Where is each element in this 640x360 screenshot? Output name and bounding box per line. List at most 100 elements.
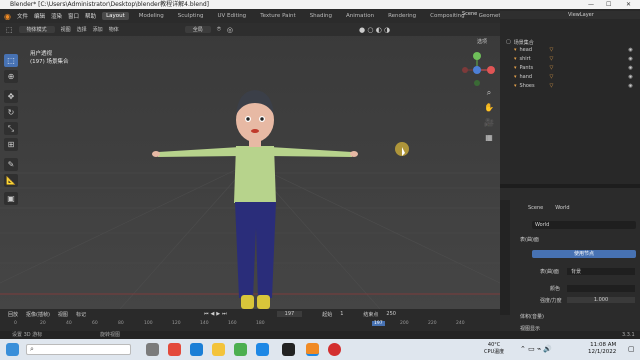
visibility-icon[interactable]: ◉ [628, 83, 632, 89]
menu-object[interactable]: 物体 [109, 26, 119, 33]
playback-menu[interactable]: 回放 [8, 311, 18, 318]
playhead[interactable]: 197 [372, 321, 385, 326]
workspace-tab-sculpting[interactable]: Sculpting [174, 12, 208, 20]
editor-type-icon[interactable]: ⬚ [6, 26, 13, 34]
outliner-root[interactable]: ▢ 场景集合 [500, 38, 640, 46]
world-name-field[interactable]: World [532, 221, 636, 229]
color-swatch[interactable] [567, 284, 635, 292]
scene-breadcrumb: Scene [528, 205, 544, 211]
menu-view[interactable]: 视图 [61, 26, 71, 33]
workspace-tab-layout[interactable]: Layout [102, 12, 129, 20]
blender-taskbar-icon[interactable] [306, 343, 319, 356]
menu-select[interactable]: 选择 [77, 26, 87, 33]
add-cube-icon[interactable]: ▣ [4, 192, 18, 205]
menu-file[interactable]: 文件 [17, 12, 28, 20]
use-nodes-button[interactable]: 使用节点 [532, 250, 636, 258]
clock-date: 12/1/2022 [588, 349, 617, 355]
scene-selector[interactable]: Scene [462, 11, 477, 17]
close-button[interactable]: ✕ [626, 0, 631, 9]
windows-start-icon[interactable] [6, 343, 19, 356]
camera-view-icon[interactable]: 🎥 [482, 115, 496, 130]
minimize-button[interactable]: — [588, 0, 594, 9]
zoom-icon[interactable]: ⌕ [482, 85, 496, 100]
outliner-item-hand[interactable]: ▾ hand ▽ ◉ [500, 73, 640, 81]
mail-icon[interactable] [256, 343, 269, 356]
breadcrumb: Scene World [500, 204, 640, 212]
blender-logo-icon[interactable]: ◉ [4, 12, 11, 21]
workspace-tab-modeling[interactable]: Modeling [135, 12, 168, 20]
workspace-tab-shading[interactable]: Shading [306, 12, 336, 20]
notification-icon[interactable]: ▢ [628, 345, 635, 353]
start-frame-field[interactable]: 1 [340, 311, 343, 317]
menu-window[interactable]: 窗口 [68, 12, 79, 20]
menu-render[interactable]: 渲染 [51, 12, 62, 20]
cpu-temp-value: 40°C [487, 342, 501, 348]
viewlayer-label[interactable]: ViewLayer [568, 12, 594, 18]
tool-shelf: ⬚ ⊕ ✥ ↻ ⤡ ⊞ ✎ 📐 ▣ [0, 45, 22, 205]
viewport-shading-icons[interactable]: ● ○ ◐ ◑ [359, 26, 390, 34]
select-box-icon[interactable]: ⬚ [4, 54, 18, 67]
outliner-header: ViewLayer [500, 11, 640, 19]
end-frame-field[interactable]: 250 [386, 311, 396, 317]
menu-add[interactable]: 添加 [93, 26, 103, 33]
volume-panel-header[interactable]: 体积(音量) [500, 312, 640, 320]
measure-icon[interactable]: 📐 [4, 174, 18, 187]
annotate-icon[interactable]: ✎ [4, 158, 18, 171]
terminal-icon[interactable] [282, 343, 295, 356]
marker-menu[interactable]: 标记 [76, 311, 86, 318]
snap-icon[interactable]: ⌾ [217, 25, 221, 34]
visibility-icon[interactable]: ◉ [628, 65, 632, 71]
options-dropdown[interactable]: 选项 [477, 38, 487, 45]
pan-hand-icon[interactable]: ✋ [482, 100, 496, 115]
timeline-header: 回放 抠像(插帧) 视图 标记 ⏮◀▶⏭ 197 起始 1 结束点 250 [0, 309, 500, 319]
maximize-button[interactable]: ☐ [606, 0, 611, 9]
cpu-temp-widget[interactable]: 40°C CPU温度 [484, 342, 504, 356]
outliner-item-shoes[interactable]: ▾ Shoes ▽ ◉ [500, 82, 640, 90]
surface-shader-field[interactable]: 背景 [567, 267, 635, 275]
transform-orientation-dropdown[interactable]: 全局 [184, 26, 211, 33]
mode-dropdown[interactable]: 物体模式 [18, 26, 55, 33]
strength-field[interactable]: 1.000 [567, 297, 635, 303]
visibility-icon[interactable]: ◉ [628, 47, 632, 53]
tray-icons[interactable]: ⌃ ▭ ⌁ 🔊 [520, 345, 552, 353]
proportional-icon[interactable]: ◎ [227, 26, 233, 34]
menu-help[interactable]: 帮助 [85, 12, 96, 20]
transform-icon[interactable]: ⊞ [4, 138, 18, 151]
end-label: 结束点 [363, 311, 379, 318]
keying-menu[interactable]: 抠像(插帧) [26, 311, 50, 318]
playback-controls[interactable]: ⏮◀▶⏭ [204, 311, 229, 317]
taskbar-search-box[interactable]: ⌕ [26, 344, 131, 355]
outliner-item-shirt[interactable]: ▾ shirt ▽ ◉ [500, 55, 640, 63]
current-frame-field[interactable]: 197 [276, 311, 303, 317]
task-view-icon[interactable] [146, 343, 159, 356]
3d-viewport[interactable] [0, 23, 500, 309]
app-icon[interactable] [234, 343, 247, 356]
visibility-icon[interactable]: ◉ [628, 74, 632, 80]
chrome-icon[interactable] [168, 343, 181, 356]
clock[interactable]: 11:08 AM 12/1/2022 [588, 342, 616, 356]
menu-edit[interactable]: 编辑 [34, 12, 45, 20]
view-perspective-label: 用户透视 [30, 51, 53, 57]
workspace-tab-texture-paint[interactable]: Texture Paint [256, 12, 300, 20]
scale-icon[interactable]: ⤡ [4, 122, 18, 135]
surface-panel-header[interactable]: 表(曲)面 [500, 235, 640, 243]
file-explorer-icon[interactable] [212, 343, 225, 356]
cursor-icon[interactable]: ⊕ [4, 70, 18, 83]
surface-row: 表(曲)面 背景 [500, 267, 640, 275]
mesh-icon: ▽ [549, 83, 554, 89]
view-menu[interactable]: 视图 [58, 311, 68, 318]
visibility-icon[interactable]: ◉ [628, 56, 632, 62]
workspace-tab-uv-editing[interactable]: UV Editing [213, 12, 250, 20]
timeline-ruler[interactable]: 0 20 40 60 80 100 120 140 160 180 197 20… [0, 321, 500, 329]
rotate-icon[interactable]: ↻ [4, 106, 18, 119]
outliner-item-head[interactable]: ▾ head ▽ ◉ [500, 46, 640, 54]
edge-icon[interactable] [190, 343, 203, 356]
grid-view-icon[interactable]: ▦ [482, 130, 496, 145]
workspace-tab-rendering[interactable]: Rendering [384, 12, 420, 20]
outliner-item-pants[interactable]: ▾ Pants ▽ ◉ [500, 64, 640, 72]
move-icon[interactable]: ✥ [4, 90, 18, 103]
viewport-info: 用户透视 (197) 场景集合 [30, 50, 69, 66]
color-row: 颜色 [500, 284, 640, 292]
recorder-icon[interactable] [328, 343, 341, 356]
workspace-tab-animation[interactable]: Animation [342, 12, 378, 20]
